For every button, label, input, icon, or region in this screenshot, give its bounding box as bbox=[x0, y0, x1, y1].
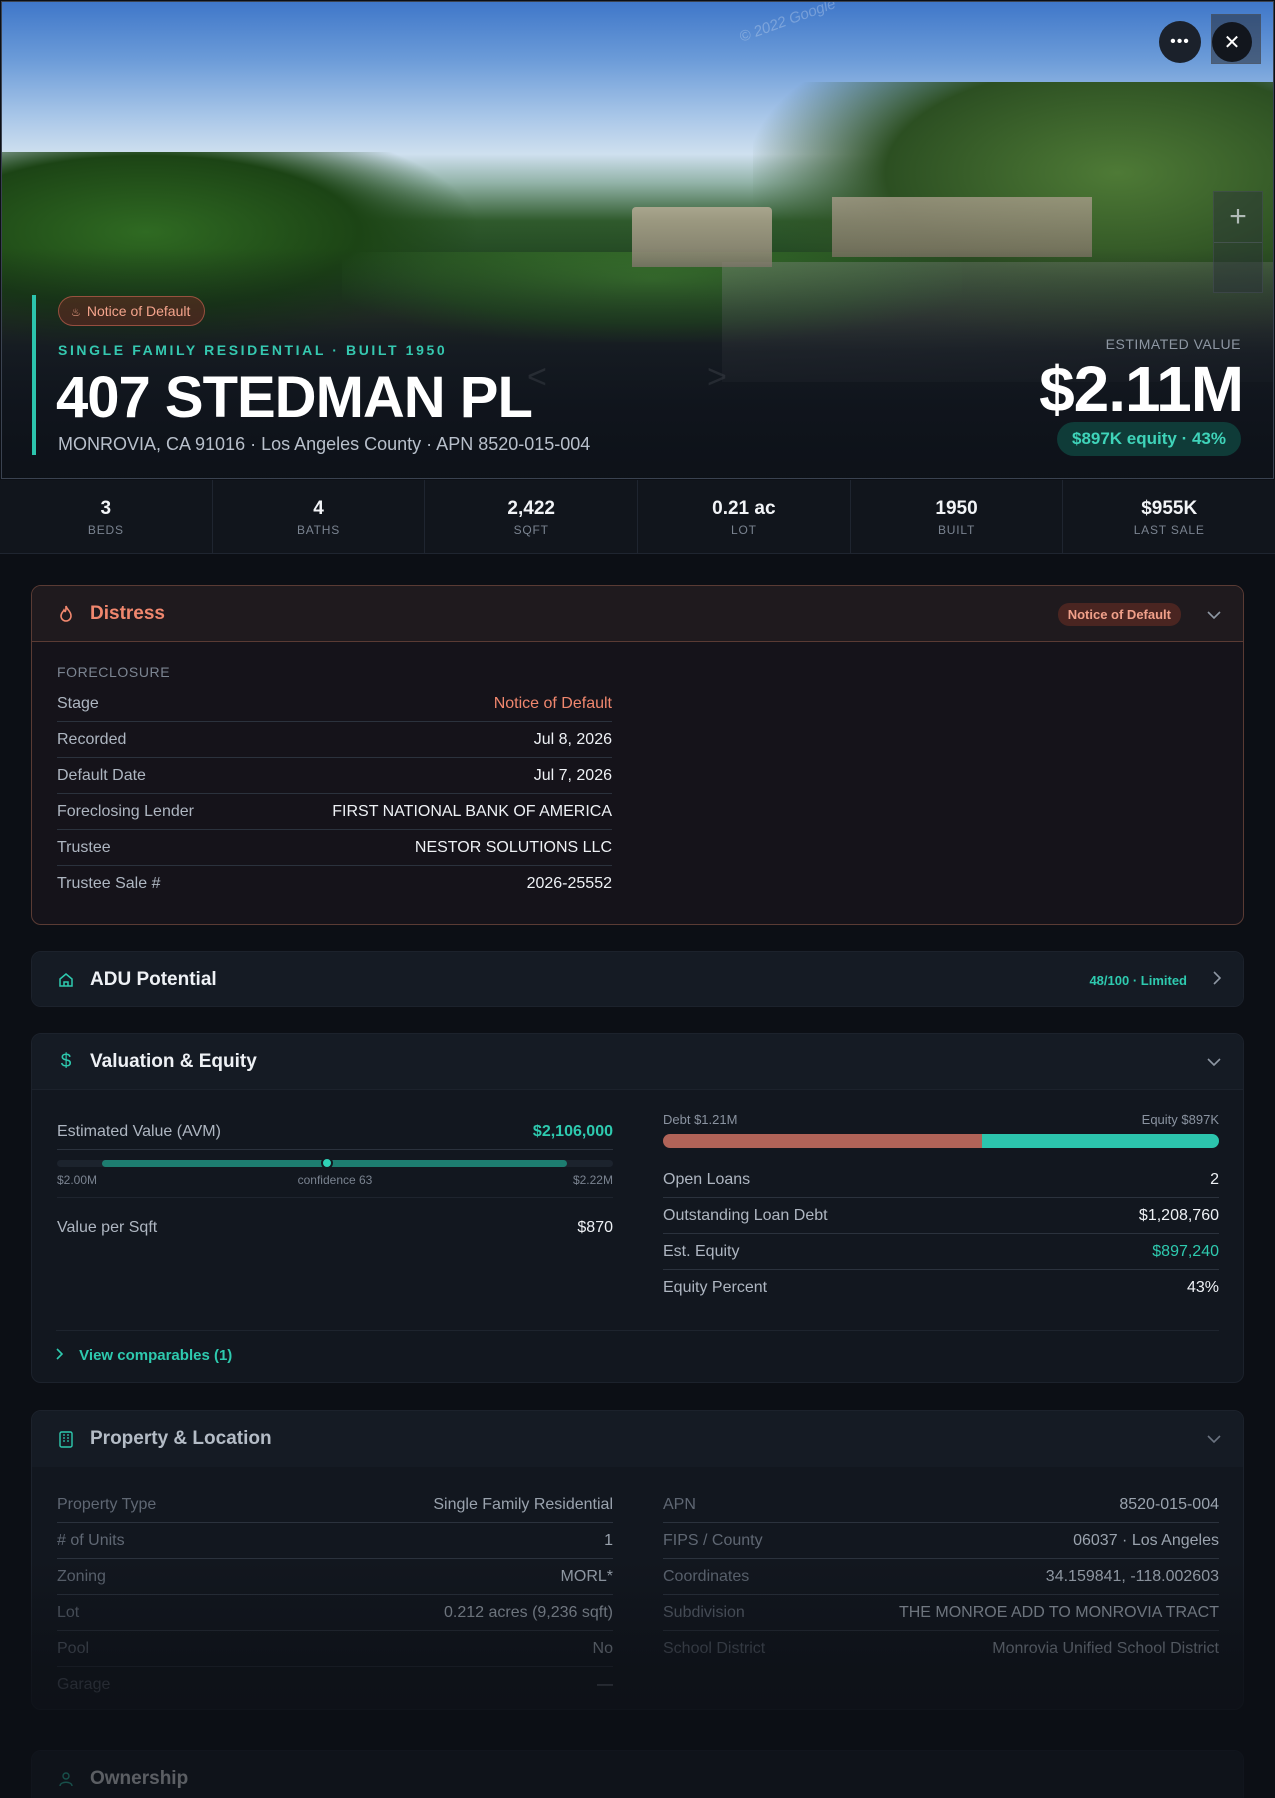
hero-photo: © 2022 Google < > + ♨Notice of Default S… bbox=[1, 1, 1274, 479]
chevron-right-icon bbox=[56, 1347, 67, 1364]
close-button[interactable]: ✕ bbox=[1212, 22, 1252, 62]
valuation-title: Valuation & Equity bbox=[90, 1050, 257, 1072]
location-row: APN 8520-015-004 bbox=[663, 1487, 1219, 1523]
stat-built: 1950 BUILT bbox=[851, 480, 1064, 553]
loan-row: Equity Percent 43% bbox=[663, 1279, 1219, 1296]
view-comparables-link[interactable]: View comparables (1) bbox=[56, 1330, 1219, 1364]
street-view-watermark: © 2022 Google bbox=[737, 1, 838, 46]
avm-panel: Estimated Value (AVM) $2,106,000 $2.00M … bbox=[57, 1114, 613, 1258]
dollar-icon: $ bbox=[60, 1050, 72, 1072]
stat-beds: 3 BEDS bbox=[0, 480, 213, 553]
foreclosure-row: Trustee NESTOR SOLUTIONS LLC bbox=[57, 830, 612, 866]
flame-icon bbox=[56, 604, 76, 624]
foreclosure-row: Foreclosing Lender FIRST NATIONAL BANK OF… bbox=[57, 794, 612, 830]
stat-sqft: 2,422 SQFT bbox=[425, 480, 639, 553]
avm-row: Estimated Value (AVM) $2,106,000 bbox=[57, 1114, 613, 1150]
hero-accent-bar bbox=[32, 295, 36, 455]
home-icon bbox=[56, 970, 76, 990]
property-row: Lot 0.212 acres (9,236 sqft) bbox=[57, 1595, 613, 1631]
building-icon bbox=[56, 1429, 76, 1449]
property-address-title: 407 STEDMAN PL bbox=[56, 365, 533, 430]
property-row: Zoning MORL* bbox=[57, 1559, 613, 1595]
property-details-left: Property Type Single Family Residential #… bbox=[57, 1487, 613, 1703]
distress-section: Distress Notice of Default FORECLOSURE S… bbox=[31, 585, 1244, 925]
location-row: Subdivision THE MONROE ADD TO MONROVIA TR… bbox=[663, 1595, 1219, 1631]
chevron-down-icon[interactable] bbox=[1207, 606, 1221, 622]
loan-details: Open Loans 2 Outstanding Loan Debt $1,208,… bbox=[663, 1162, 1219, 1306]
property-row: Garage — bbox=[57, 1676, 613, 1693]
value-per-sqft-row: Value per Sqft $870 bbox=[57, 1219, 613, 1236]
foreclosure-label: FORECLOSURE bbox=[57, 664, 171, 680]
debt-equity-labels: Debt $1.21M Equity $897K bbox=[663, 1112, 1219, 1127]
equity-segment bbox=[982, 1134, 1219, 1148]
property-location-line: MONROVIA, CA 91016 · Los Angeles County … bbox=[58, 434, 591, 454]
ownership-title: Ownership bbox=[90, 1768, 189, 1789]
property-row: Property Type Single Family Residential bbox=[57, 1487, 613, 1523]
distress-title: Distress bbox=[90, 602, 165, 624]
avm-confidence-range bbox=[102, 1160, 567, 1167]
avm-range-bar bbox=[57, 1157, 613, 1169]
zoom-out-button[interactable] bbox=[1214, 243, 1262, 293]
stat-lot: 0.21 ac LOT bbox=[638, 480, 851, 553]
property-location-title: Property & Location bbox=[90, 1428, 272, 1449]
chevron-down-icon[interactable] bbox=[1207, 1430, 1221, 1448]
zoom-in-button[interactable]: + bbox=[1214, 192, 1262, 243]
stat-last-sale: $955K LAST SALE bbox=[1133, 498, 1205, 537]
loan-row: Est. Equity $897,240 bbox=[663, 1234, 1219, 1270]
stats-bar: 3 BEDS 4 BATHS 2,422 SQFT 0.21 ac LOT 1950 BU… bbox=[0, 480, 1275, 554]
location-row: School District Monrovia Unified School D… bbox=[663, 1640, 1219, 1657]
property-subtitle: SINGLE FAMILY RESIDENTIAL · BUILT 1950 bbox=[58, 342, 448, 358]
chevron-down-icon[interactable] bbox=[1207, 1053, 1221, 1071]
property-details-right: APN 8520-015-004 FIPS / County 06037 · Los… bbox=[663, 1487, 1219, 1667]
location-row: Coordinates 34.159841, -118.002603 bbox=[663, 1559, 1219, 1595]
property-location-header[interactable]: Property & Location bbox=[32, 1411, 1243, 1467]
loan-row: Outstanding Loan Debt $1,208,760 bbox=[663, 1198, 1219, 1234]
adu-title: ADU Potential bbox=[90, 969, 217, 990]
more-options-button[interactable]: ••• bbox=[1159, 21, 1201, 63]
flame-icon: ♨ bbox=[71, 307, 81, 319]
valuation-section: $ Valuation & Equity Estimated Value (AV… bbox=[31, 1033, 1244, 1383]
foreclosure-details: FORECLOSURE Stage Notice of Default Recor… bbox=[32, 664, 612, 902]
ownership-header[interactable]: Ownership bbox=[32, 1751, 1243, 1798]
distress-status-badge: ♨ Notice of Default bbox=[58, 296, 206, 326]
chevron-right-icon[interactable] bbox=[1213, 970, 1222, 990]
adu-section[interactable]: ADU Potential 48/100 · Limited bbox=[31, 951, 1244, 1007]
loan-row: Open Loans 2 bbox=[663, 1162, 1219, 1198]
adu-header[interactable]: ADU Potential 48/100 · Limited bbox=[32, 952, 1243, 1006]
more-icon: ••• bbox=[1170, 33, 1190, 50]
property-location-section: Property & Location Property Type Single … bbox=[31, 1410, 1244, 1710]
foreclosure-row: Trustee Sale #2026-25552 bbox=[57, 875, 612, 892]
property-row: Pool No bbox=[57, 1631, 613, 1667]
foreclosure-row: Default Date Jul 7, 2026 bbox=[57, 758, 612, 794]
foreclosure-row: Stage Notice of Default bbox=[57, 686, 612, 722]
adu-score: 48/100 · Limited bbox=[1089, 972, 1187, 988]
ownership-section[interactable]: Ownership bbox=[31, 1750, 1244, 1798]
close-icon: ✕ bbox=[1223, 31, 1241, 54]
debt-segment bbox=[663, 1134, 983, 1148]
estimated-value: $2.11M bbox=[1039, 353, 1244, 425]
avm-axis: $2.00M confidence 63 $2.22M bbox=[57, 1173, 613, 1187]
property-row: # of Units 1 bbox=[57, 1523, 613, 1559]
distress-badge: Notice of Default bbox=[1057, 602, 1181, 626]
avm-estimate-marker bbox=[320, 1157, 333, 1169]
equity-panel: Debt $1.21M Equity $897K Open Loans 2 Out… bbox=[663, 1112, 1219, 1306]
stat-baths: 4 BATHS bbox=[213, 480, 426, 553]
foreclosure-row: Recorded Jul 8, 2026 bbox=[57, 722, 612, 758]
distress-header[interactable]: Distress Notice of Default bbox=[32, 586, 1243, 642]
user-icon bbox=[56, 1769, 76, 1789]
equity-badge: $897K equity · 43% bbox=[1056, 422, 1241, 456]
location-row: FIPS / County 06037 · Los Angeles bbox=[663, 1523, 1219, 1559]
estimated-value-label: ESTIMATED VALUE bbox=[1105, 336, 1241, 352]
debt-equity-bar bbox=[663, 1134, 1219, 1148]
valuation-header[interactable]: $ Valuation & Equity bbox=[32, 1034, 1243, 1090]
street-view-zoom-control: + bbox=[1213, 191, 1263, 293]
